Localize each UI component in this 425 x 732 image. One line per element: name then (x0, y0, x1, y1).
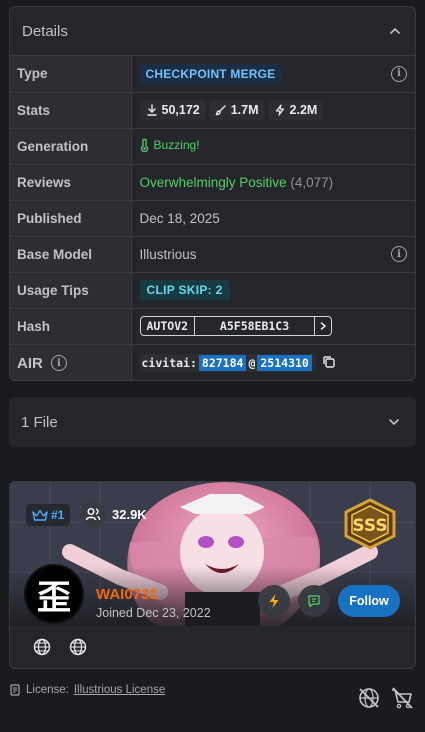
license-line: License: Illustrious License (9, 684, 165, 696)
type-badge[interactable]: CHECKPOINT MERGE (139, 63, 282, 84)
info-icon[interactable]: i (391, 65, 407, 82)
generations-stat: 1.7M (208, 100, 265, 120)
creator-card: #1 32.9K SSS 歪 WAI0731 Joined Dec 23, 20… (9, 481, 416, 669)
air-model-id: 827184 (198, 355, 247, 372)
rank-value: #1 (51, 508, 65, 522)
usage-tips-label: Usage Tips (10, 271, 132, 308)
files-accordion[interactable]: 1 File (9, 397, 416, 447)
row-base-model: Base Model Illustrious i (10, 235, 415, 272)
follow-button[interactable]: Follow (338, 585, 400, 617)
chevron-right-icon[interactable] (315, 317, 331, 335)
followers-count: 32.9K (80, 501, 147, 527)
buzz-count: 2.2M (289, 103, 318, 117)
stats-label: Stats (10, 91, 132, 128)
reviews-value[interactable]: Overwhelmingly Positive (140, 175, 287, 190)
hash-box[interactable]: AUTOV2 A5F58EB1C3 (139, 316, 333, 336)
chevron-up-icon[interactable] (389, 25, 401, 37)
row-published: Published Dec 18, 2025 (10, 199, 415, 236)
hash-algo[interactable]: AUTOV2 (141, 317, 196, 335)
no-generation-icon (356, 685, 382, 711)
info-icon[interactable]: i (50, 355, 67, 372)
avatar[interactable]: 歪 (24, 564, 84, 624)
details-card: Details Type CHECKPOINT MERGE i Stats 50… (9, 6, 416, 381)
generation-label: Generation (10, 127, 132, 164)
globe-icon[interactable] (33, 638, 51, 656)
brush-icon (215, 105, 226, 116)
license-icon (10, 684, 20, 696)
joined-date: Joined Dec 23, 2022 (96, 606, 211, 620)
creator-username[interactable]: WAI0731 (96, 586, 158, 603)
details-title: Details (22, 22, 68, 40)
hash-value[interactable]: A5F58EB1C3 (195, 317, 316, 335)
generations-count: 1.7M (230, 103, 259, 117)
hash-label: Hash (10, 307, 132, 344)
published-label: Published (10, 199, 132, 236)
followers-value: 32.9K (112, 506, 147, 522)
air-label: AIR (17, 354, 43, 372)
no-sell-icon (389, 685, 415, 711)
type-label: Type (10, 56, 132, 92)
reviews-count: (4,077) (290, 174, 334, 190)
clip-skip-badge: CLIP SKIP: 2 (139, 280, 230, 300)
base-model-label: Base Model (10, 235, 132, 272)
generation-status[interactable]: Buzzing! (140, 138, 200, 152)
globe-icon[interactable] (69, 638, 87, 656)
license-link[interactable]: Illustrious License (74, 684, 165, 696)
published-value: Dec 18, 2025 (131, 199, 415, 236)
bolt-icon (269, 594, 279, 608)
sss-badge-text: SSS (352, 516, 387, 536)
message-button[interactable] (298, 585, 330, 617)
rank-badge[interactable]: #1 (26, 504, 71, 526)
downloads-count: 50,172 (161, 103, 200, 117)
row-generation: Generation Buzzing! (10, 127, 415, 164)
row-air: AIR i civitai: 827184 @ 2514310 (10, 343, 415, 380)
row-stats: Stats 50,172 1.7M 2.2M (10, 91, 415, 128)
users-icon (80, 501, 106, 527)
license-prefix: License: (26, 684, 69, 696)
bolt-icon (275, 104, 284, 116)
row-hash: Hash AUTOV2 A5F58EB1C3 (10, 307, 415, 344)
details-header[interactable]: Details (10, 7, 415, 56)
base-model-value: Illustrious (139, 246, 197, 262)
download-icon (146, 104, 157, 116)
generation-value: Buzzing! (153, 137, 200, 152)
air-prefix: civitai: (141, 356, 197, 371)
thermometer-icon (140, 138, 148, 152)
row-usage-tips: Usage Tips CLIP SKIP: 2 (10, 271, 415, 308)
details-table: Type CHECKPOINT MERGE i Stats 50,172 1.7… (10, 56, 415, 380)
tip-buzz-button[interactable] (258, 585, 290, 617)
downloads-stat: 50,172 (139, 100, 206, 120)
files-label: 1 File (21, 413, 58, 431)
info-icon[interactable]: i (391, 246, 407, 262)
buzz-stat: 2.2M (267, 100, 324, 120)
chevron-down-icon[interactable] (388, 416, 400, 428)
sss-badge-icon: SSS (342, 498, 398, 550)
message-icon (308, 595, 320, 608)
crown-icon (32, 509, 48, 521)
copy-icon[interactable] (322, 355, 336, 372)
row-type: Type CHECKPOINT MERGE i (10, 56, 415, 92)
reviews-label: Reviews (10, 163, 132, 200)
air-key: AIR i (10, 343, 132, 380)
air-version-id: 2514310 (257, 355, 312, 372)
air-at: @ (248, 356, 256, 371)
row-reviews: Reviews Overwhelmingly Positive (4,077) (10, 163, 415, 200)
air-identifier[interactable]: civitai: 827184 @ 2514310 (139, 354, 316, 373)
